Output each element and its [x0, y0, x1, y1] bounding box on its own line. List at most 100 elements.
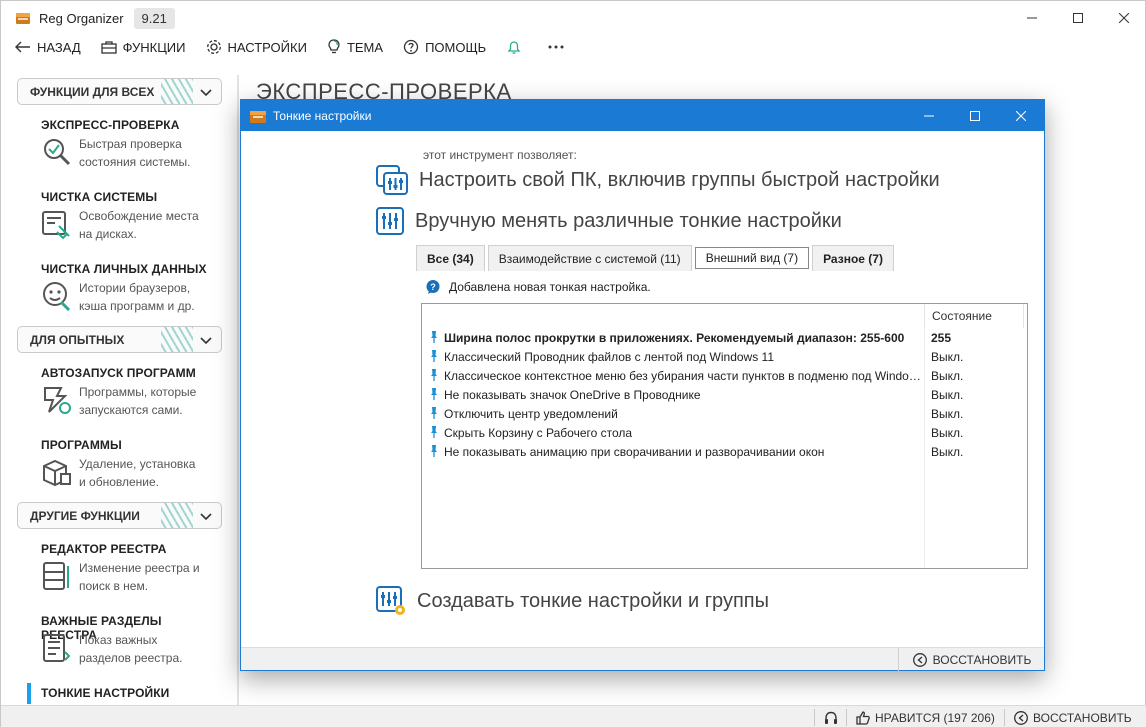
- dialog-close-button[interactable]: [998, 100, 1044, 131]
- arrow-left-icon: [15, 41, 30, 53]
- maximize-button[interactable]: [1055, 1, 1101, 35]
- item-name: Отключить центр уведомлений: [444, 407, 618, 421]
- minimize-icon: [924, 115, 934, 116]
- feature-manual-tweaks[interactable]: Вручную менять различные тонкие настройк…: [375, 206, 842, 236]
- item-name: Ширина полос прокрутки в приложениях. Ре…: [444, 331, 905, 345]
- nav-title: ПРОГРАММЫ: [41, 438, 122, 452]
- sidebar-item-programs[interactable]: ПРОГРАММЫ Удаление, установка и обновлени…: [41, 438, 221, 489]
- pin-icon: [431, 388, 437, 400]
- nav-title: ТОНКИЕ НАСТРОЙКИ: [41, 686, 170, 700]
- sidebar-item-express-check[interactable]: ЭКСПРЕСС-ПРОВЕРКА Быстрая проверка состоя…: [41, 118, 221, 169]
- more-button[interactable]: [548, 44, 570, 50]
- nav-desc: Программы, которые запускаются сами.: [79, 385, 197, 417]
- broom-icon: [42, 211, 70, 240]
- section-header-for-all[interactable]: ФУНКЦИИ ДЛЯ ВСЕХ: [17, 78, 222, 105]
- list-item[interactable]: Классическое контекстное меню без убиран…: [422, 366, 1027, 385]
- functions-button[interactable]: ФУНКЦИИ: [101, 40, 186, 55]
- feature-create-tweaks[interactable]: Создавать тонкие настройки и группы: [375, 585, 769, 617]
- app-window: Reg Organizer 9.21 НАЗАД ФУНКЦИИ НАСТРОЙ…: [0, 0, 1146, 727]
- theme-label: ТЕМА: [346, 39, 384, 55]
- headset-icon: [825, 711, 837, 724]
- sidebar-item-tweaks[interactable]: ТОНКИЕ НАСТРОЙКИ: [41, 686, 221, 700]
- list-item[interactable]: Классический Проводник файлов с лентой п…: [422, 347, 1027, 366]
- list-item[interactable]: Отключить центр уведомлений Выкл.: [422, 404, 1027, 423]
- sidebar-item-privacy-cleanup[interactable]: ЧИСТКА ЛИЧНЫХ ДАННЫХ Истории браузеров, к…: [41, 262, 221, 313]
- column-header-status[interactable]: Состояние: [924, 304, 1024, 328]
- nav-desc: Быстрая проверка состояния системы.: [79, 137, 191, 169]
- info-bubble-icon: ?: [426, 280, 440, 294]
- minimize-icon: [1027, 17, 1037, 19]
- dialog-minimize-button[interactable]: [906, 100, 952, 131]
- notifications-button[interactable]: [506, 39, 528, 55]
- nav-desc: Удаление, установка и обновление.: [79, 457, 196, 489]
- back-label: НАЗАД: [37, 39, 81, 55]
- help-icon: [403, 39, 419, 55]
- theme-button[interactable]: ТЕМА: [327, 39, 383, 55]
- status-separator: [846, 709, 847, 726]
- help-label: ПОМОЩЬ: [425, 39, 487, 55]
- likes-label: НРАВИТСЯ (197 206): [875, 710, 995, 725]
- dialog-footer: ВОССТАНОВИТЬ: [241, 647, 1044, 671]
- status-separator: [1004, 709, 1005, 726]
- dialog-maximize-button[interactable]: [952, 100, 998, 131]
- close-icon: [1016, 110, 1026, 121]
- nav-title: РЕДАКТОР РЕЕСТРА: [41, 542, 167, 556]
- app-title: Reg Organizer: [39, 10, 124, 26]
- tab-appearance[interactable]: Внешний вид (7): [694, 247, 810, 269]
- back-button[interactable]: НАЗАД: [15, 40, 81, 55]
- svg-text:?: ?: [430, 282, 436, 292]
- chevron-down-icon: [200, 89, 212, 97]
- gear-icon: [206, 40, 221, 54]
- sidebar-item-system-cleanup[interactable]: ЧИСТКА СИСТЕМЫ Освобождение места на диск…: [41, 190, 221, 241]
- section-header-other[interactable]: ДРУГИЕ ФУНКЦИИ: [17, 502, 222, 529]
- status-separator: [814, 709, 815, 726]
- tab-all[interactable]: Все (34): [416, 245, 485, 271]
- like-button[interactable]: НРАВИТСЯ (197 206): [855, 706, 995, 727]
- section-header-advanced[interactable]: ДЛЯ ОПЫТНЫХ: [17, 326, 222, 353]
- sidebar-item-registry-editor[interactable]: РЕДАКТОР РЕЕСТРА Изменение реестра и поис…: [41, 542, 221, 593]
- section-label: ДЛЯ ОПЫТНЫХ: [30, 332, 125, 347]
- sidebar-item-important-registry[interactable]: ВАЖНЫЕ РАЗДЕЛЫ РЕЕСТРА Показ важных разде…: [41, 614, 221, 665]
- thumbs-up-icon: [856, 710, 870, 725]
- restore-label: ВОССТАНОВИТЬ: [932, 652, 1032, 667]
- sidebar-item-startup[interactable]: АВТОЗАПУСК ПРОГРАММ Программы, которые за…: [41, 366, 221, 417]
- restore-button[interactable]: ВОССТАНОВИТЬ: [1013, 706, 1132, 727]
- item-value: Выкл.: [931, 407, 964, 421]
- item-name: Не показывать значок OneDrive в Проводни…: [444, 388, 701, 402]
- settings-label: НАСТРОЙКИ: [227, 39, 307, 55]
- chevron-down-icon: [200, 513, 212, 521]
- tweaks-list: Состояние Ширина полос прокрутки в прило…: [421, 303, 1028, 569]
- list-item[interactable]: Скрыть Корзину с Рабочего стола Выкл.: [422, 423, 1027, 442]
- minimize-button[interactable]: [1009, 1, 1055, 35]
- feature-text: Создавать тонкие настройки и группы: [417, 589, 769, 612]
- tab-system-interaction[interactable]: Взаимодействие с системой (11): [487, 245, 692, 271]
- item-value: Выкл.: [931, 388, 964, 402]
- sliders-add-icon: [376, 586, 405, 615]
- registry-keys-icon: [43, 634, 71, 662]
- help-button[interactable]: ПОМОЩЬ: [403, 39, 486, 55]
- close-button[interactable]: [1101, 1, 1146, 35]
- settings-button[interactable]: НАСТРОЙКИ: [206, 39, 307, 55]
- item-value: Выкл.: [931, 426, 964, 440]
- support-button[interactable]: [823, 706, 839, 727]
- startup-icon: [44, 387, 71, 414]
- pin-icon: [431, 407, 437, 419]
- dialog-restore-button[interactable]: ВОССТАНОВИТЬ: [898, 648, 1044, 671]
- feature-quick-groups[interactable]: Настроить свой ПК, включив группы быстро…: [375, 164, 940, 196]
- list-item[interactable]: Ширина полос прокрутки в приложениях. Ре…: [422, 328, 1027, 347]
- feature-text: Вручную менять различные тонкие настройк…: [415, 209, 842, 232]
- tab-misc[interactable]: Разное (7): [812, 245, 894, 271]
- title-bar: Reg Organizer 9.21: [1, 1, 1146, 35]
- list-item[interactable]: Не показывать значок OneDrive в Проводни…: [422, 385, 1027, 404]
- sliders-icon: [376, 207, 404, 235]
- tweaks-dialog: Тонкие настройки этот инструмент позволя…: [240, 99, 1045, 671]
- close-icon: [1119, 13, 1129, 23]
- list-item[interactable]: Не показывать анимацию при сворачивании …: [422, 442, 1027, 461]
- item-name: Классическое контекстное меню без убиран…: [444, 369, 922, 383]
- pin-icon: [431, 369, 437, 381]
- registry-icon: [43, 562, 69, 590]
- app-logo-icon: [16, 13, 30, 24]
- tweaks-tabs: Все (34) Взаимодействие с системой (11) …: [416, 245, 897, 271]
- nav-title: АВТОЗАПУСК ПРОГРАММ: [41, 366, 196, 380]
- restore-label: ВОССТАНОВИТЬ: [1033, 710, 1132, 725]
